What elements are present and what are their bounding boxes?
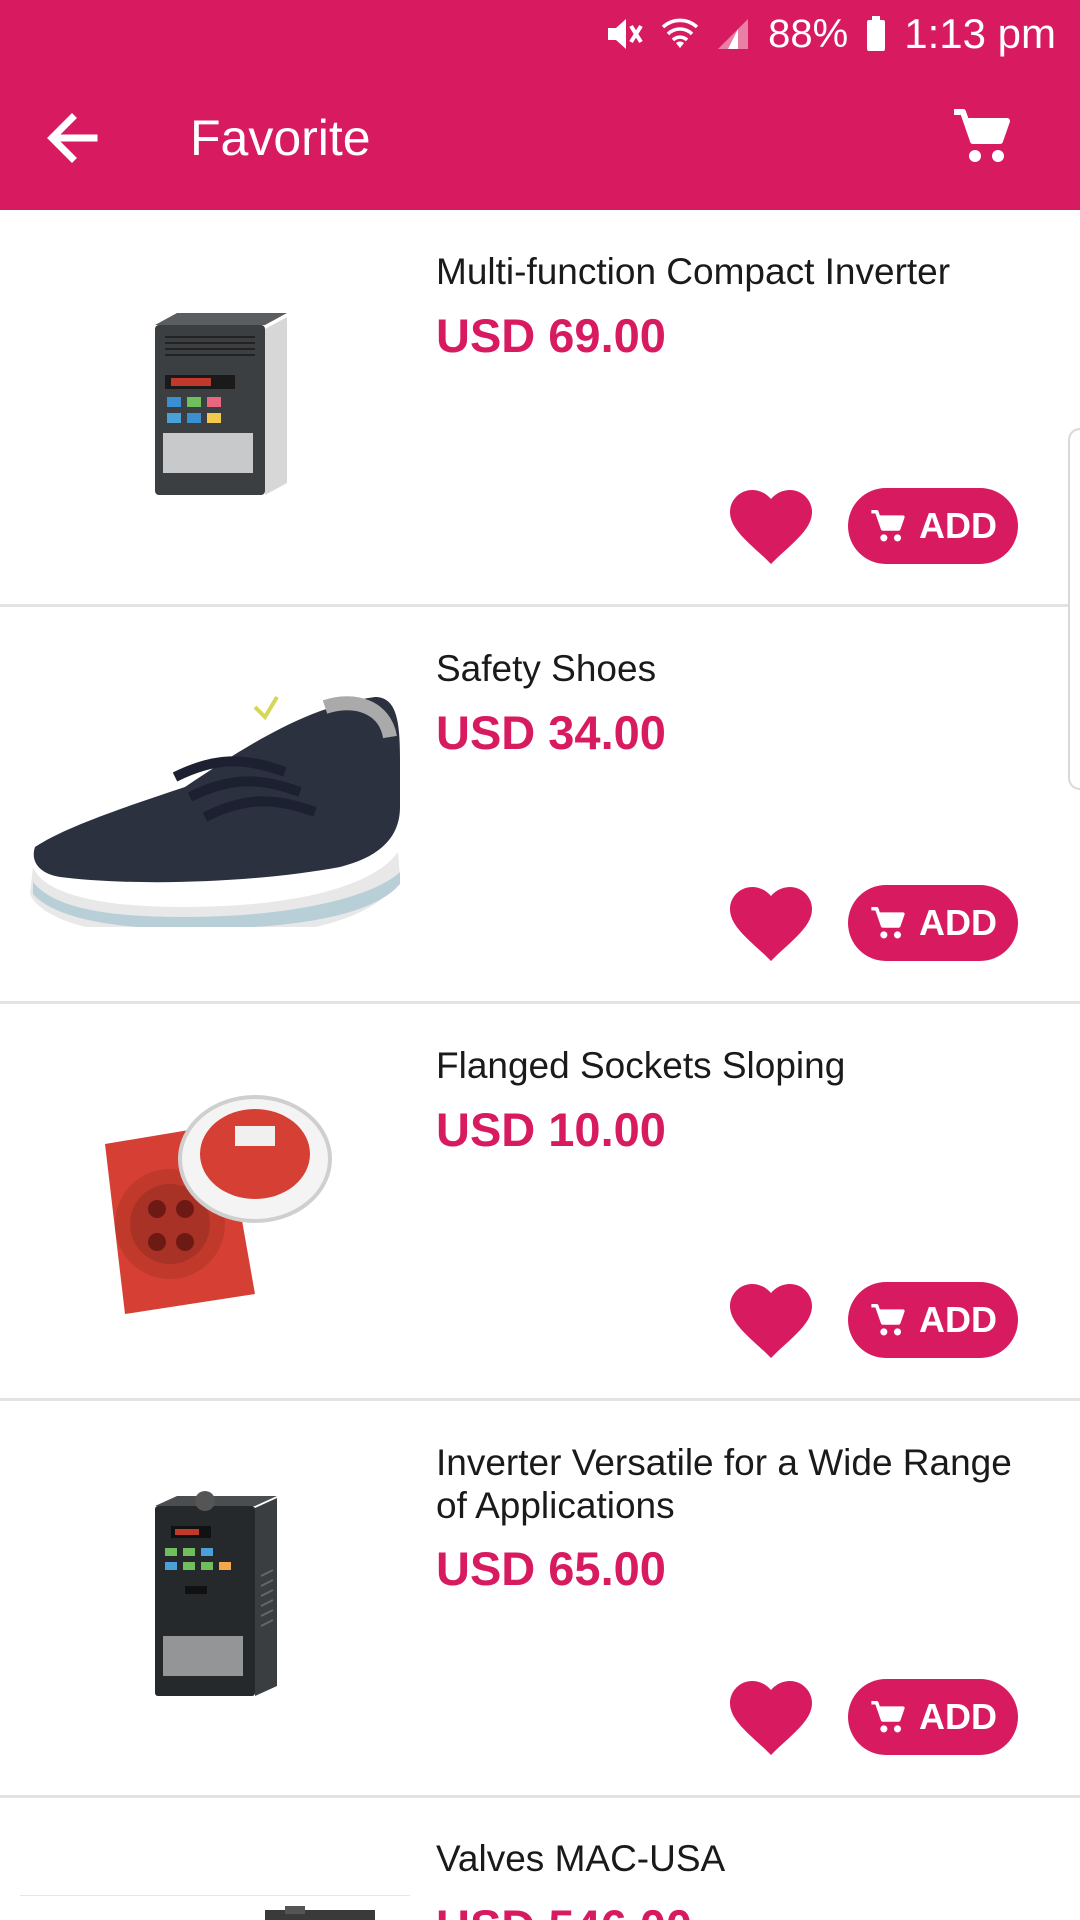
battery-percent: 88%	[768, 11, 849, 56]
add-to-cart-button[interactable]: ADD	[848, 1679, 1018, 1755]
list-item[interactable]: Safety Shoes USD 34.00 ADD	[0, 607, 1080, 1004]
add-to-cart-button[interactable]: ADD	[848, 885, 1018, 961]
product-image[interactable]	[20, 1431, 410, 1761]
list-item[interactable]: Multi-function Compact Inverter USD 69.0…	[0, 210, 1080, 607]
add-to-cart-button[interactable]: ADD	[848, 1282, 1018, 1358]
add-button-label: ADD	[919, 505, 997, 546]
favorite-heart-icon[interactable]	[730, 887, 812, 963]
product-image[interactable]	[20, 637, 410, 967]
favorite-heart-icon[interactable]	[730, 1284, 812, 1360]
product-price: USD 69.00	[436, 309, 666, 362]
favorite-heart-icon[interactable]	[730, 490, 812, 566]
product-price: USD 10.00	[436, 1103, 666, 1156]
back-button[interactable]	[42, 108, 102, 168]
cart-icon	[871, 906, 905, 939]
product-image[interactable]	[20, 1034, 410, 1364]
product-image[interactable]	[20, 1895, 410, 1920]
list-item[interactable]: Flanged Sockets Sloping USD 10.00 ADD	[0, 1004, 1080, 1401]
cart-icon	[871, 1303, 905, 1336]
scrollbar-handle[interactable]	[1068, 428, 1080, 790]
mute-icon	[608, 19, 643, 49]
app-bar: 88% 1:13 pm Favorite	[0, 0, 1080, 210]
compact-inverter-image	[155, 313, 287, 495]
product-name[interactable]: Safety Shoes	[436, 647, 1036, 690]
cart-icon	[871, 1700, 905, 1733]
wifi-icon	[662, 18, 699, 48]
battery-icon	[867, 16, 886, 51]
list-item[interactable]: Inverter Versatile for a Wide Range of A…	[0, 1401, 1080, 1798]
product-name[interactable]: Valves MAC-USA	[436, 1837, 1036, 1880]
product-price: USD 546.00	[436, 1899, 692, 1920]
product-price: USD 65.00	[436, 1542, 666, 1595]
add-button-label: ADD	[919, 1299, 997, 1340]
add-button-label: ADD	[919, 902, 997, 943]
product-name[interactable]: Flanged Sockets Sloping	[436, 1044, 1036, 1087]
favorites-list[interactable]: Multi-function Compact Inverter USD 69.0…	[0, 210, 1080, 1798]
versatile-inverter-image	[155, 1491, 277, 1696]
cart-icon	[871, 509, 905, 542]
list-item[interactable]: Valves MAC-USA USD 546.00	[0, 1797, 1080, 1920]
product-name[interactable]: Multi-function Compact Inverter	[436, 250, 1036, 293]
cart-button[interactable]	[950, 104, 1014, 168]
add-button-label: ADD	[919, 1696, 997, 1737]
clock: 1:13 pm	[904, 10, 1056, 57]
signal-icon	[718, 19, 749, 49]
add-to-cart-button[interactable]: ADD	[848, 488, 1018, 564]
favorite-heart-icon[interactable]	[730, 1681, 812, 1757]
product-name[interactable]: Inverter Versatile for a Wide Range of A…	[436, 1441, 1036, 1527]
status-bar: 88% 1:13 pm	[604, 0, 1056, 68]
safety-shoes-image	[30, 695, 400, 927]
flanged-socket-image	[105, 1095, 332, 1314]
page-title: Favorite	[190, 110, 371, 166]
product-price: USD 34.00	[436, 706, 666, 759]
valves-image	[265, 1906, 375, 1920]
product-image[interactable]	[20, 240, 410, 570]
